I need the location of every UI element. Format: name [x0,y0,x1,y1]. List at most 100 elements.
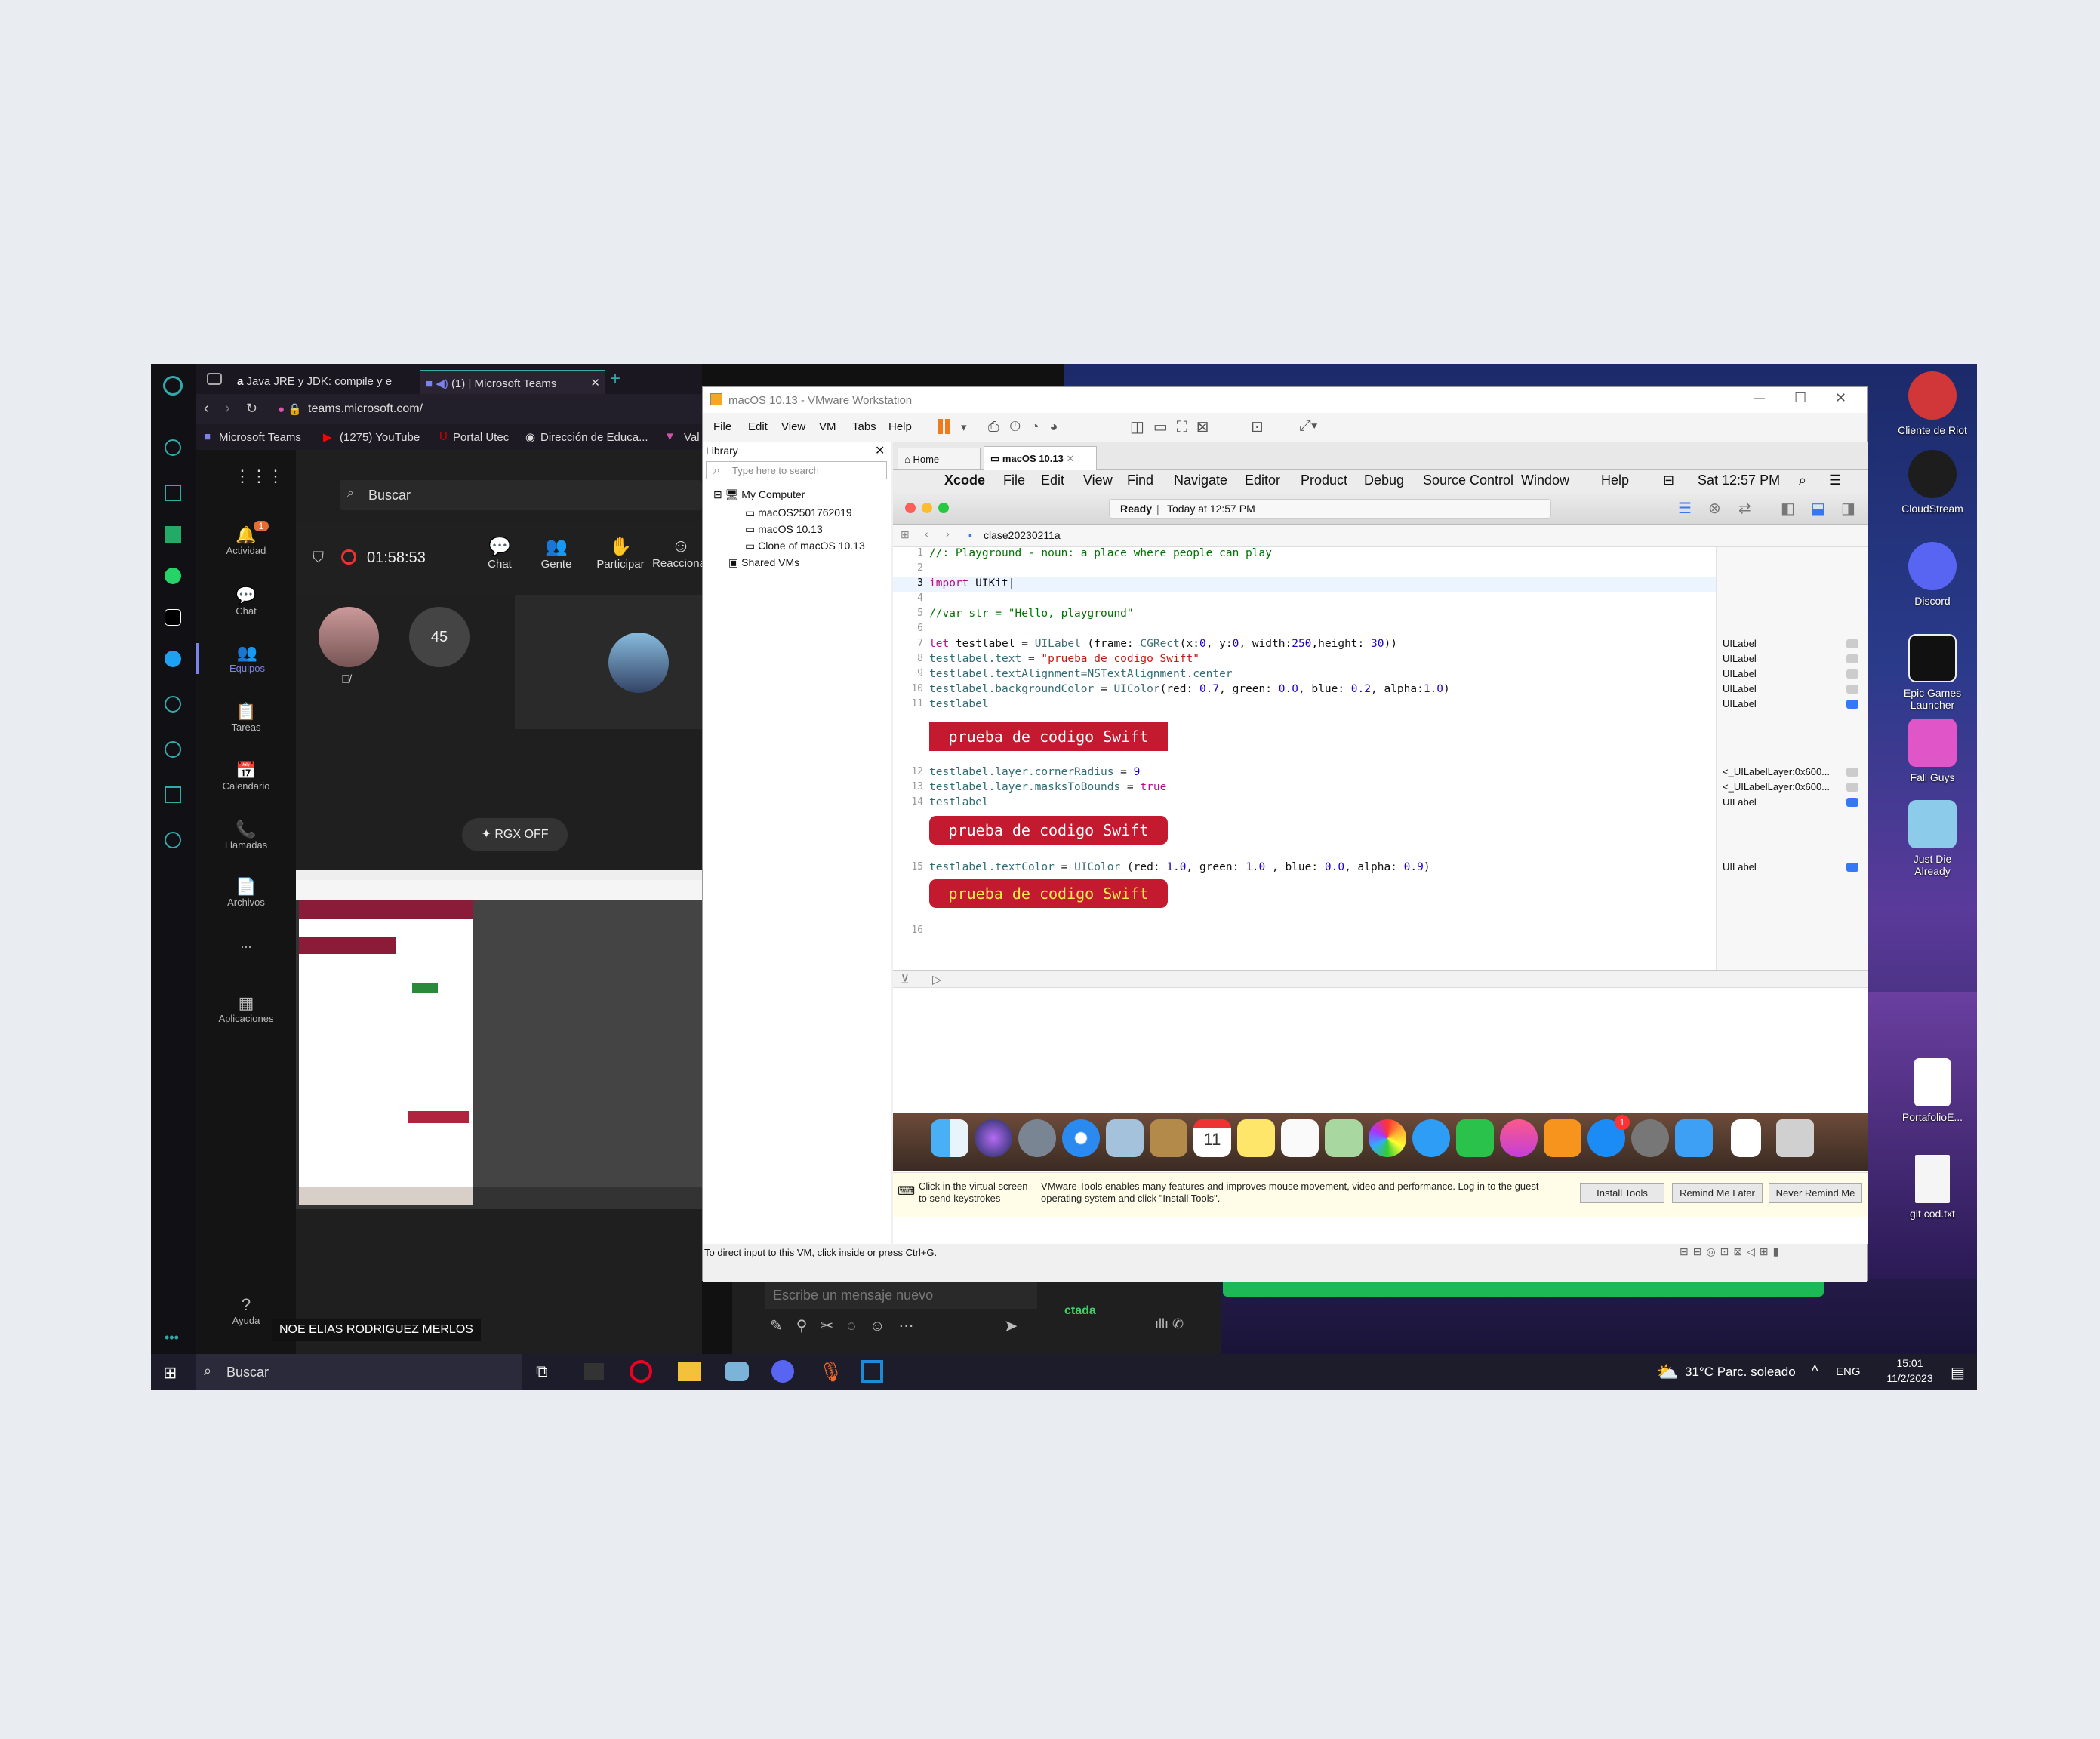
jump-back-icon[interactable]: ‹ [925,528,928,540]
notifications-icon[interactable]: ▤ [1951,1363,1965,1382]
opera-logo-icon[interactable] [163,376,183,396]
tree-my-computer[interactable]: ⊟ 🖥 My Computer [713,488,805,501]
menu-view[interactable]: View [781,420,805,433]
desktop-icon-cloudstream[interactable]: CloudStream [1895,450,1970,515]
vm-tab-home[interactable]: ⌂ Home [898,448,981,470]
messages-icon[interactable] [1412,1119,1450,1157]
mac-menu-debug[interactable]: Debug [1364,472,1404,488]
launchpad-icon[interactable] [1018,1119,1056,1157]
tab-menu-icon[interactable] [207,373,222,385]
message-input[interactable]: Escribe un mensaje nuevo [765,1282,1037,1309]
vm-tab-macos[interactable]: ▭ macOS 10.13 ✕ [984,446,1097,470]
mac-menu-help[interactable]: Help [1601,472,1629,488]
minimize-icon[interactable]: — [1754,392,1765,405]
mac-menu-source-control[interactable]: Source Control [1423,472,1513,488]
apps-grid-icon[interactable]: ⋮⋮⋮ [234,466,284,486]
notification-center-icon[interactable]: ☰ [1829,472,1841,488]
spotlight-icon[interactable]: ⌕ [1799,472,1806,488]
mac-menu-window[interactable]: Window [1521,472,1569,488]
menu-tabs[interactable]: Tabs [852,420,876,433]
language-indicator[interactable]: ENG [1836,1365,1861,1378]
tiktok-icon[interactable] [165,609,181,626]
mac-clock[interactable]: Sat 12:57 PM [1698,472,1780,488]
siri-icon[interactable] [975,1119,1012,1157]
nav-aplicaciones[interactable]: ▦ Aplicaciones [196,993,296,1024]
device-status-icons[interactable]: ⊟⊟◎⊡⊠◁⊞▮ [1680,1245,1783,1258]
photos-icon[interactable] [1369,1119,1406,1157]
participant-avatar[interactable] [319,607,379,667]
speed-dial-icon[interactable] [165,439,181,456]
nav-llamadas[interactable]: 📞 Llamadas [196,820,296,851]
participant-avatar-2[interactable] [608,633,669,693]
never-remind-button[interactable]: Never Remind Me [1769,1183,1862,1203]
hide-debug-icon[interactable]: ⊻ [901,972,910,987]
bookmark-youtube[interactable]: (1275) YouTube [340,431,420,444]
microphone-icon[interactable]: 🎙 [818,1360,843,1384]
version-editor-icon[interactable]: ⇄ [1738,499,1751,518]
app-cloud-icon[interactable] [725,1362,749,1381]
app-store-icon[interactable]: 1 [1587,1115,1630,1157]
mac-menu-navigate[interactable]: Navigate [1174,472,1227,488]
bookmark-val[interactable]: Val [684,431,700,444]
quick-look-icon[interactable] [1846,783,1858,792]
whatsapp-icon[interactable] [165,568,181,584]
desktop-icon-justdie[interactable]: Just Die Already [1895,800,1970,877]
desktop-icon-epic[interactable]: Epic Games Launcher [1895,634,1970,711]
debug-area-toggle-icon[interactable]: ⬓ [1811,499,1825,518]
meeting-chat-button[interactable]: 💬 Chat [477,536,522,571]
window-close-button[interactable] [905,503,916,513]
meeting-people-button[interactable]: 👥 Gente [530,536,583,571]
twitch-icon[interactable] [165,526,181,543]
navigator-toggle-icon[interactable]: ◧ [1781,499,1795,518]
itunes-icon[interactable] [1500,1119,1538,1157]
library-close-icon[interactable]: ✕ [875,443,885,458]
more-icon[interactable]: ••• [165,1330,179,1346]
tab-close-icon[interactable]: ✕ [1066,453,1074,464]
mac-menu-product[interactable]: Product [1301,472,1347,488]
nav-archivos[interactable]: 📄 Archivos [196,877,296,908]
menu-help[interactable]: Help [888,420,912,433]
nav-chat[interactable]: 💬 Chat [196,586,296,617]
more-participants-count[interactable]: 45 [409,607,470,667]
twitter-icon[interactable] [165,651,181,667]
close-icon[interactable]: ✕ [1835,390,1846,406]
vmware-taskbar-icon[interactable] [861,1360,883,1383]
meeting-raise-hand-button[interactable]: ✋ Participar [590,536,651,571]
tab-teams[interactable]: ■ ◀) (1) | Microsoft Teams ✕ [420,370,605,394]
system-preferences-icon[interactable] [1631,1119,1669,1157]
taskbar-time[interactable]: 15:01 [1887,1357,1932,1369]
start-icon[interactable]: ⊞ [163,1363,177,1383]
xcode-icon[interactable] [1675,1119,1713,1157]
show-result-icon[interactable] [1846,700,1858,709]
bookmark-utec[interactable]: Portal Utec [453,431,509,444]
calendar-icon[interactable]: 11 [1193,1119,1231,1157]
quick-look-icon[interactable] [1846,654,1858,663]
compose-tools-icons[interactable]: ✎⚲✂◌☺⋯ [770,1316,927,1335]
taskbar-search[interactable]: ⌕ Buscar [196,1354,522,1390]
library-search[interactable]: Type here to search [706,461,887,479]
tab-java[interactable]: a Java JRE y JDK: compile y e [231,370,420,394]
show-result-icon[interactable] [1846,798,1858,807]
mac-menu-xcode[interactable]: Xcode [944,472,985,488]
forward-icon[interactable]: › [225,400,230,417]
chevron-up-icon[interactable]: ^ [1812,1363,1818,1379]
settings-icon[interactable] [165,832,181,848]
facetime-icon[interactable] [1456,1119,1494,1157]
install-tools-button[interactable]: Install Tools [1580,1183,1664,1203]
jump-file-name[interactable]: clase20230211a [984,529,1061,541]
menu-vm[interactable]: VM [819,420,836,433]
nav-more[interactable]: ... [196,936,296,952]
desktop-icon-portafolio[interactable]: PortafolioE... [1895,1058,1970,1123]
ibooks-icon[interactable] [1544,1119,1581,1157]
task-view-icon[interactable]: ⧉ [536,1362,548,1381]
bookmark-teams[interactable]: Microsoft Teams [219,431,301,444]
document-icon[interactable] [1731,1119,1761,1157]
utilities-toggle-icon[interactable]: ◨ [1841,499,1855,518]
file-explorer-icon[interactable] [678,1362,701,1381]
run-icon[interactable]: ▷ [932,972,941,987]
standard-editor-icon[interactable]: ☰ [1678,499,1692,518]
window-minimize-button[interactable] [922,503,932,513]
extensions-icon[interactable] [165,786,181,803]
tree-vm-1[interactable]: ▭ macOS2501762019 [745,506,852,519]
mac-menu-view[interactable]: View [1083,472,1113,488]
